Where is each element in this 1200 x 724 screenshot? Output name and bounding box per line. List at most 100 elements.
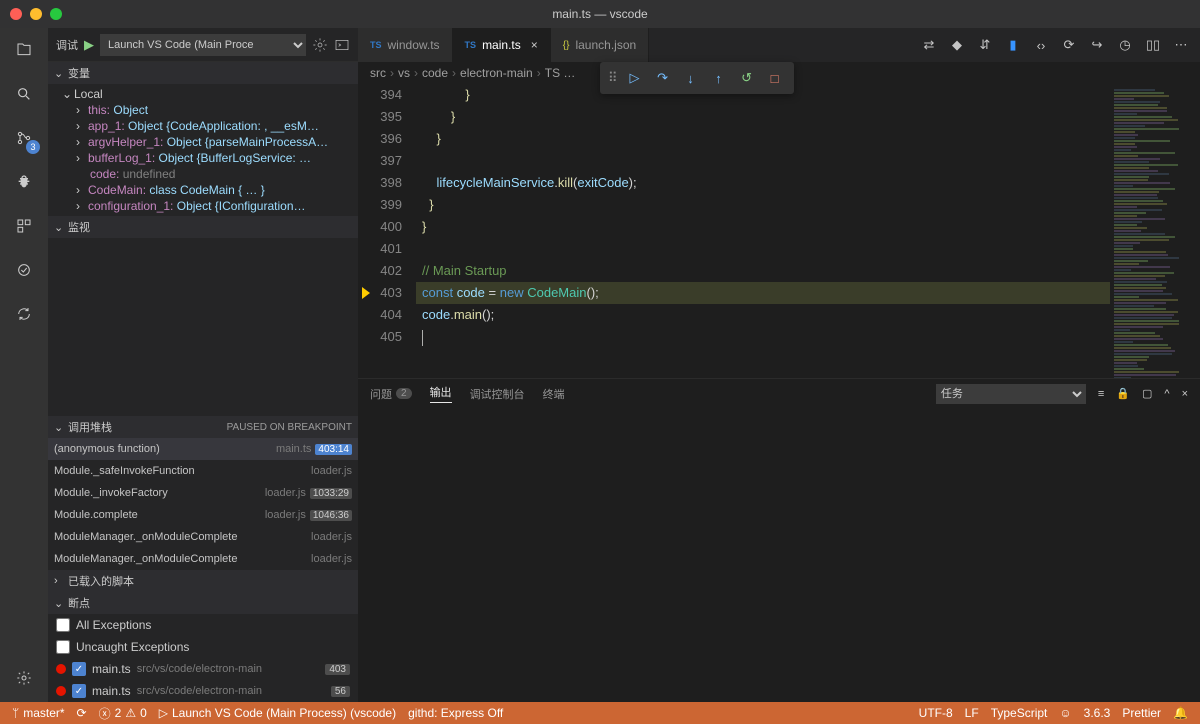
window-close-mac[interactable]	[10, 8, 22, 20]
callstack-header[interactable]: ⌄调用堆栈PAUSED ON BREAKPOINT	[48, 416, 358, 438]
code-line[interactable]: }	[416, 106, 1110, 128]
code-line[interactable]: lifecycleMainService.kill(exitCode);	[416, 172, 1110, 194]
stack-frame[interactable]: Module._safeInvokeFunctionloader.js	[48, 460, 358, 482]
window-min-mac[interactable]	[30, 8, 42, 20]
code-line[interactable]: const code = new CodeMain();	[416, 282, 1110, 304]
variable-row[interactable]: ›CodeMain: class CodeMain { … }	[48, 182, 358, 198]
editor-tab[interactable]: TSwindow.ts	[358, 28, 453, 62]
sb-sync[interactable]: ⟳	[71, 706, 93, 720]
variable-row[interactable]: code: undefined	[48, 166, 358, 182]
search-icon[interactable]	[10, 80, 38, 108]
panel-max-icon[interactable]: ^	[1164, 388, 1169, 400]
breadcrumb-item[interactable]: vs	[398, 66, 410, 80]
breakpoint-marker-icon[interactable]	[362, 287, 370, 299]
code-line[interactable]	[416, 238, 1110, 260]
sb-prettier[interactable]: Prettier	[1116, 706, 1167, 720]
debug-settings-icon[interactable]	[312, 37, 328, 53]
sync-icon[interactable]	[10, 300, 38, 328]
split-icon[interactable]: ▯▯	[1144, 36, 1162, 54]
refresh-icon[interactable]: ⟳	[1060, 36, 1078, 54]
stack-frame[interactable]: (anonymous function)main.ts403:14	[48, 438, 358, 460]
pull-icon[interactable]: ⇵	[976, 36, 994, 54]
panel-close-icon[interactable]: ×	[1182, 388, 1188, 400]
breakpoint-row[interactable]: main.tssrc/vs/code/electron-main403	[48, 658, 358, 680]
gutter[interactable]: 394395396397398399400401402403404405	[358, 84, 416, 378]
stack-frame[interactable]: ModuleManager._onModuleCompleteloader.js	[48, 526, 358, 548]
close-icon[interactable]: ×	[531, 38, 538, 52]
variable-row[interactable]: ›argvHelper_1: Object {parseMainProcessA…	[48, 134, 358, 150]
more-icon[interactable]: ⋯	[1172, 36, 1190, 54]
code-line[interactable]: }	[416, 194, 1110, 216]
drag-handle-icon[interactable]: ⠿	[606, 70, 620, 86]
watch-header[interactable]: ⌄监视	[48, 216, 358, 238]
variables-header[interactable]: ⌄变量	[48, 62, 358, 84]
folder-icon[interactable]: ▮	[1004, 36, 1022, 54]
checkbox[interactable]	[72, 684, 86, 698]
sb-ts-version[interactable]: 3.6.3	[1078, 706, 1117, 720]
debug-icon[interactable]	[10, 168, 38, 196]
sb-notifications-icon[interactable]: 🔔	[1167, 706, 1194, 720]
debug-console-icon[interactable]	[334, 37, 350, 53]
stack-frame[interactable]: Module.completeloader.js1046:36	[48, 504, 358, 526]
panel-tab-problems[interactable]: 问题2	[370, 386, 412, 402]
panel-tab-output[interactable]: 输出	[430, 384, 452, 403]
debug-config-select[interactable]: Launch VS Code (Main Proce	[100, 34, 306, 56]
explorer-icon[interactable]	[10, 36, 38, 64]
sb-feedback-icon[interactable]: ☺	[1053, 706, 1077, 720]
code-line[interactable]	[416, 150, 1110, 172]
lock-icon[interactable]: 🔒	[1116, 387, 1130, 400]
panel-tab-terminal[interactable]: 终端	[543, 386, 565, 402]
step-out-button[interactable]: ↑	[706, 65, 732, 91]
variable-row[interactable]: ›configuration_1: Object {IConfiguration…	[48, 198, 358, 214]
output-channel-select[interactable]: 任务	[936, 384, 1086, 404]
bp-uncaught-exceptions[interactable]: Uncaught Exceptions	[48, 636, 358, 658]
breadcrumb-item[interactable]: TS …	[545, 66, 576, 80]
continue-button[interactable]: ▷	[622, 65, 648, 91]
breadcrumb-item[interactable]: electron-main	[460, 66, 533, 80]
history-icon[interactable]: ◷	[1116, 36, 1134, 54]
clear-icon[interactable]: ≡	[1098, 388, 1104, 400]
open-log-icon[interactable]: ▢	[1142, 387, 1152, 400]
sb-encoding[interactable]: UTF-8	[913, 706, 959, 720]
go-forward-icon[interactable]: ↪	[1088, 36, 1106, 54]
editor-tab[interactable]: {}launch.json	[551, 28, 649, 62]
code-line[interactable]	[416, 326, 1110, 348]
sb-problems[interactable]: ⓧ 2 ⚠ 0	[93, 705, 153, 722]
sb-branch[interactable]: ᛘmaster*	[6, 706, 71, 720]
sb-language[interactable]: TypeScript	[985, 706, 1054, 720]
code-line[interactable]: code.main();	[416, 304, 1110, 326]
breadcrumb-item[interactable]: src	[370, 66, 386, 80]
breadcrumb-item[interactable]: code	[422, 66, 448, 80]
stack-frame[interactable]: ModuleManager._onModuleCompleteloader.js	[48, 548, 358, 570]
start-debug-button[interactable]: ▶	[84, 37, 94, 53]
code-line[interactable]: // Main Startup	[416, 260, 1110, 282]
breakpoints-header[interactable]: ⌄断点	[48, 592, 358, 614]
checkbox[interactable]	[72, 662, 86, 676]
stop-button[interactable]: □	[762, 65, 788, 91]
variable-row[interactable]: ›app_1: Object {CodeApplication: , __esM…	[48, 118, 358, 134]
scope-local[interactable]: ⌄Local	[48, 86, 358, 102]
code-line[interactable]: }	[416, 128, 1110, 150]
compare-icon[interactable]: ⇄	[920, 36, 938, 54]
step-over-button[interactable]: ↷	[650, 65, 676, 91]
extensions-icon[interactable]	[10, 212, 38, 240]
code-line[interactable]: }	[416, 216, 1110, 238]
remote-icon[interactable]	[10, 256, 38, 284]
scm-icon[interactable]: 3	[10, 124, 38, 152]
restart-button[interactable]: ↺	[734, 65, 760, 91]
stack-frame[interactable]: Module._invokeFactoryloader.js1033:29	[48, 482, 358, 504]
settings-icon[interactable]	[10, 664, 38, 692]
panel-tab-debugconsole[interactable]: 调试控制台	[470, 386, 525, 402]
window-max-mac[interactable]	[50, 8, 62, 20]
breakpoint-row[interactable]: main.tssrc/vs/code/electron-main56	[48, 680, 358, 702]
step-into-button[interactable]: ↓	[678, 65, 704, 91]
sb-eol[interactable]: LF	[959, 706, 985, 720]
loaded-scripts-header[interactable]: ›已载入的脚本	[48, 570, 358, 592]
go-back-icon[interactable]: ‹›	[1032, 36, 1050, 54]
sb-debug-launch[interactable]: ▷ Launch VS Code (Main Process) (vscode)	[153, 706, 402, 720]
bp-all-exceptions[interactable]: All Exceptions	[48, 614, 358, 636]
variable-row[interactable]: ›bufferLog_1: Object {BufferLogService: …	[48, 150, 358, 166]
sb-githd[interactable]: githd: Express Off	[402, 706, 509, 720]
commit-icon[interactable]: ◆	[948, 36, 966, 54]
minimap[interactable]	[1110, 84, 1200, 378]
